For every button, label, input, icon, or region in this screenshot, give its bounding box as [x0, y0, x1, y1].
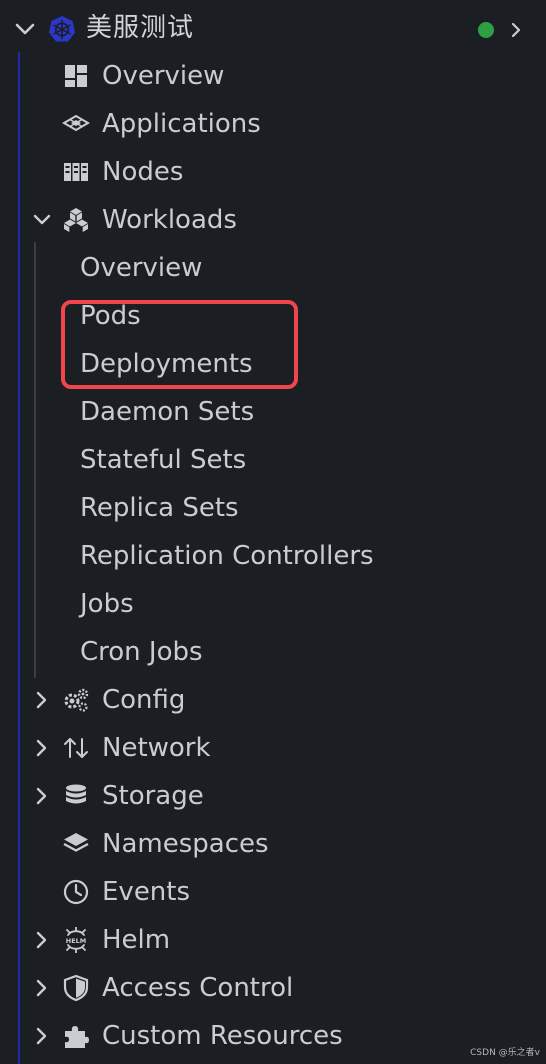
cluster-row[interactable]: 美服测试 [0, 4, 546, 52]
sidebar-item-label: Namespaces [102, 829, 269, 859]
sidebar-item-label: Access Control [102, 973, 294, 1003]
chevron-right-icon[interactable] [32, 690, 52, 710]
workloads-item-cron-jobs[interactable]: Cron Jobs [80, 628, 203, 676]
sidebar-item-applications[interactable]: Applications [0, 100, 546, 148]
workloads-item-daemon-sets[interactable]: Daemon Sets [80, 388, 254, 436]
sidebar-item-workloads[interactable]: Workloads [0, 196, 546, 244]
sidebar-item-config[interactable]: Config [0, 676, 546, 724]
sidebar-item-label: Events [102, 877, 191, 907]
sidebar-item-label: Custom Resources [102, 1021, 343, 1051]
chevron-right-icon[interactable] [32, 738, 52, 758]
sidebar-item-events[interactable]: Events [0, 868, 546, 916]
sidebar-item-access-control[interactable]: Access Control [0, 964, 546, 1012]
sidebar-item-custom-resources[interactable]: Custom Resources [0, 1012, 546, 1060]
clock-icon [63, 879, 89, 905]
storage-icon [66, 784, 86, 804]
dashboard-icon [65, 65, 87, 87]
workloads-item-overview[interactable]: Overview [80, 244, 202, 292]
sidebar-item-namespaces[interactable]: Namespaces [0, 820, 546, 868]
sidebar-item-label: Config [102, 685, 186, 715]
workloads-item-jobs[interactable]: Jobs [80, 580, 134, 628]
chevron-right-icon[interactable] [32, 978, 52, 998]
puzzle-icon [65, 1026, 89, 1048]
sidebar-item-overview[interactable]: Overview [0, 52, 546, 100]
workloads-item-replica-sets[interactable]: Replica Sets [80, 484, 239, 532]
network-icon [64, 738, 88, 758]
workloads-item-replication-controllers[interactable]: Replication Controllers [80, 532, 374, 580]
workloads-tree-guide [34, 242, 36, 678]
sidebar-item-label: Network [102, 733, 211, 763]
sidebar-item-storage[interactable]: Storage [0, 772, 546, 820]
cluster-status-indicator [478, 22, 494, 38]
nodes-icon [64, 163, 88, 181]
sidebar-item-nodes[interactable]: Nodes [0, 148, 546, 196]
sidebar-item-label: Workloads [102, 205, 237, 235]
chevron-right-icon[interactable] [32, 786, 52, 806]
workloads-item-stateful-sets[interactable]: Stateful Sets [80, 436, 246, 484]
watermark: CSDN @乐之者v [470, 1048, 540, 1058]
shield-icon [63, 975, 89, 1001]
kubernetes-icon [49, 16, 75, 42]
sidebar-item-label: Overview [102, 61, 225, 91]
chevron-down-icon[interactable] [32, 210, 52, 230]
svg-text:HELM: HELM [66, 937, 87, 945]
sidebar-item-label: Nodes [102, 157, 184, 187]
cluster-name: 美服测试 [86, 13, 195, 43]
workloads-icon [64, 208, 88, 232]
config-icon [64, 688, 89, 712]
namespaces-icon [63, 833, 89, 852]
chevron-right-icon[interactable] [508, 20, 524, 40]
applications-icon [62, 114, 90, 132]
chevron-down-icon[interactable] [14, 18, 36, 40]
sidebar-item-label: Helm [102, 925, 171, 955]
kubernetes-sidebar: 美服测试 Overview Applications Nodes Workloa… [0, 0, 546, 1064]
highlight-annotation [61, 300, 298, 389]
sidebar-item-network[interactable]: Network [0, 724, 546, 772]
chevron-right-icon[interactable] [32, 930, 52, 950]
chevron-right-icon[interactable] [32, 1026, 52, 1046]
sidebar-item-helm[interactable]: HELM Helm [0, 916, 546, 964]
sidebar-item-label: Applications [102, 109, 261, 139]
helm-icon: HELM [66, 927, 87, 953]
sidebar-item-label: Storage [102, 781, 204, 811]
